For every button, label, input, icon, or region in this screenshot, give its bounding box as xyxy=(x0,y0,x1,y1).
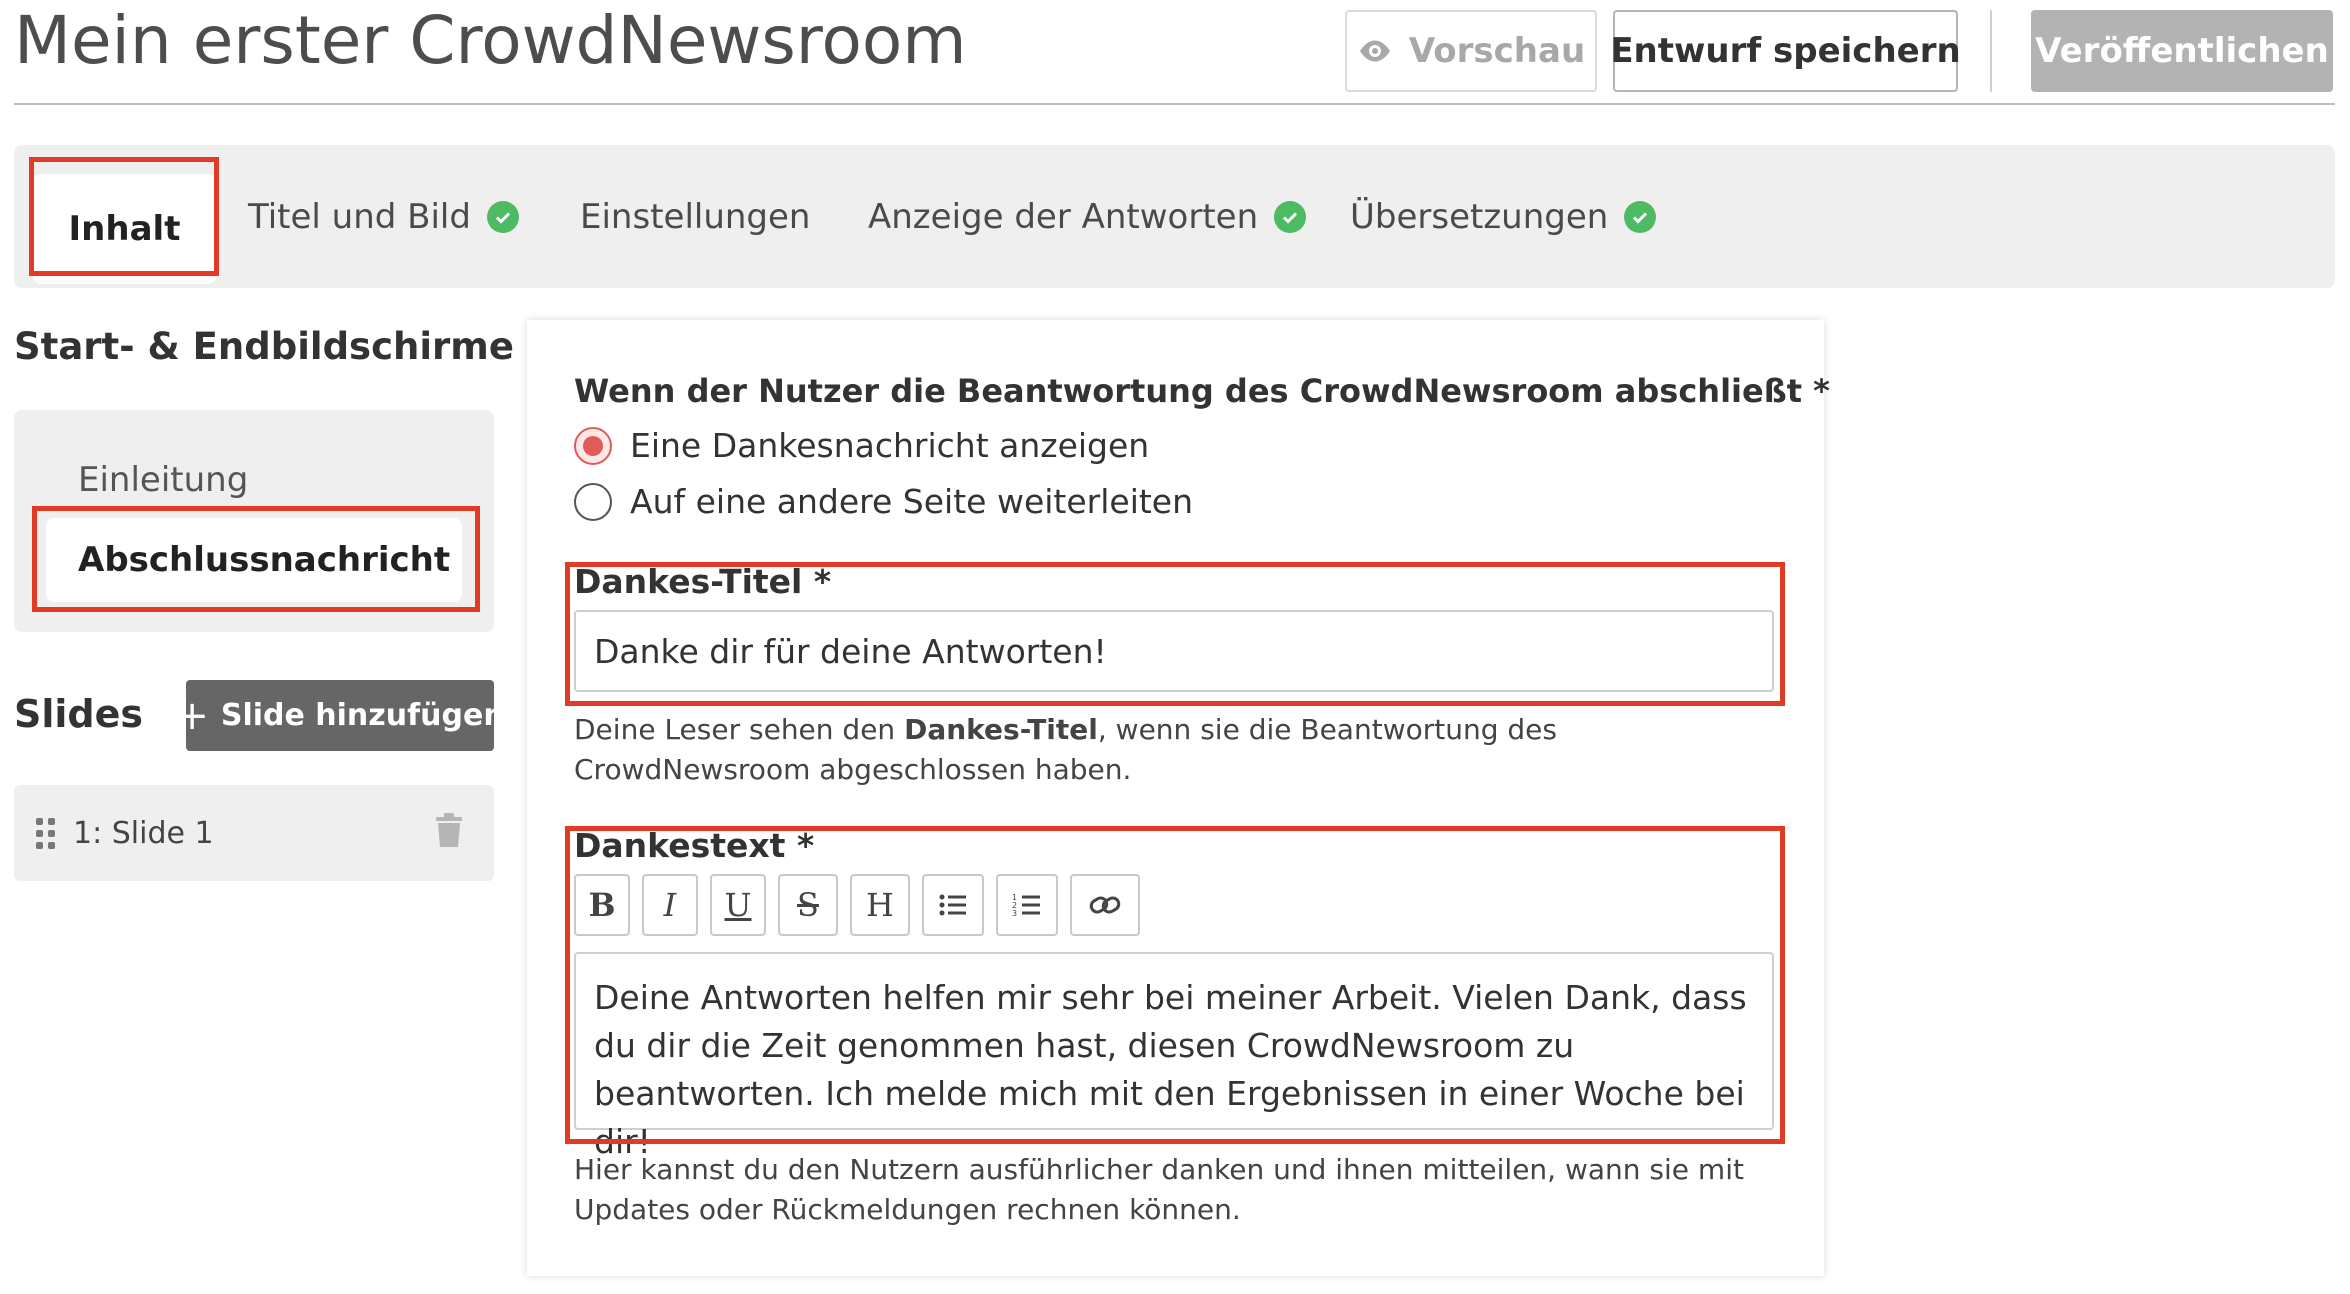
page-title: Mein erster CrowdNewsroom xyxy=(14,2,967,79)
add-slide-button[interactable]: + Slide hinzufügen xyxy=(175,680,505,751)
highlight-abschlussnachricht xyxy=(32,506,480,612)
tab-label: Anzeige der Antworten xyxy=(868,196,1259,237)
check-icon xyxy=(486,200,519,233)
option-label: Auf eine andere Seite weiterleiten xyxy=(630,482,1194,521)
screen-item-einleitung[interactable]: Einleitung xyxy=(78,460,248,500)
eye-icon xyxy=(1359,40,1390,62)
highlight-thanks-text xyxy=(565,826,1785,1144)
trash-icon[interactable] xyxy=(434,813,464,849)
tab-anzeige-der-antworten[interactable]: Anzeige der Antworten xyxy=(868,145,1307,288)
add-slide-label: Slide hinzufügen xyxy=(220,698,505,733)
preview-button-label: Vorschau xyxy=(1408,31,1586,71)
slides-heading: Slides xyxy=(14,692,144,736)
thanks-text-hint: Hier kannst du den Nutzern ausführlicher… xyxy=(574,1153,1744,1226)
completion-question: Wenn der Nutzer die Beantwortung des Cro… xyxy=(574,372,1830,410)
tab-label: Einstellungen xyxy=(580,196,811,237)
radio-selected[interactable] xyxy=(574,426,612,465)
tab-titel-und-bild[interactable]: Titel und Bild xyxy=(248,145,519,288)
tab-label: Übersetzungen xyxy=(1350,196,1609,237)
header-divider xyxy=(1990,10,1992,92)
thanks-title-hint: Deine Leser sehen den Dankes-Titel, wenn… xyxy=(574,713,1557,786)
slide-item[interactable]: 1: Slide 1 xyxy=(14,785,494,881)
slide-label: 1: Slide 1 xyxy=(73,815,214,851)
tab-uebersetzungen[interactable]: Übersetzungen xyxy=(1350,145,1657,288)
option-label: Eine Dankesnachricht anzeigen xyxy=(630,426,1150,465)
option-redirect[interactable]: Auf eine andere Seite weiterleiten xyxy=(574,482,1193,521)
plus-icon: + xyxy=(175,692,209,739)
highlight-tab-inhalt xyxy=(29,157,219,276)
screens-heading: Start- & Endbildschirme xyxy=(14,325,514,368)
publish-button[interactable]: Veröffentlichen xyxy=(2031,10,2333,92)
tab-einstellungen[interactable]: Einstellungen xyxy=(580,145,810,288)
tab-label: Titel und Bild xyxy=(248,196,471,237)
highlight-thanks-title xyxy=(565,562,1785,706)
check-icon xyxy=(1624,200,1657,233)
preview-button[interactable]: Vorschau xyxy=(1345,10,1597,92)
header-rule xyxy=(14,103,2335,105)
check-icon xyxy=(1274,200,1307,233)
save-draft-button[interactable]: Entwurf speichern xyxy=(1610,10,1961,92)
option-thanks-message[interactable]: Eine Dankesnachricht anzeigen xyxy=(574,426,1149,465)
radio-unselected[interactable] xyxy=(574,482,612,521)
drag-handle-icon[interactable] xyxy=(36,817,55,849)
